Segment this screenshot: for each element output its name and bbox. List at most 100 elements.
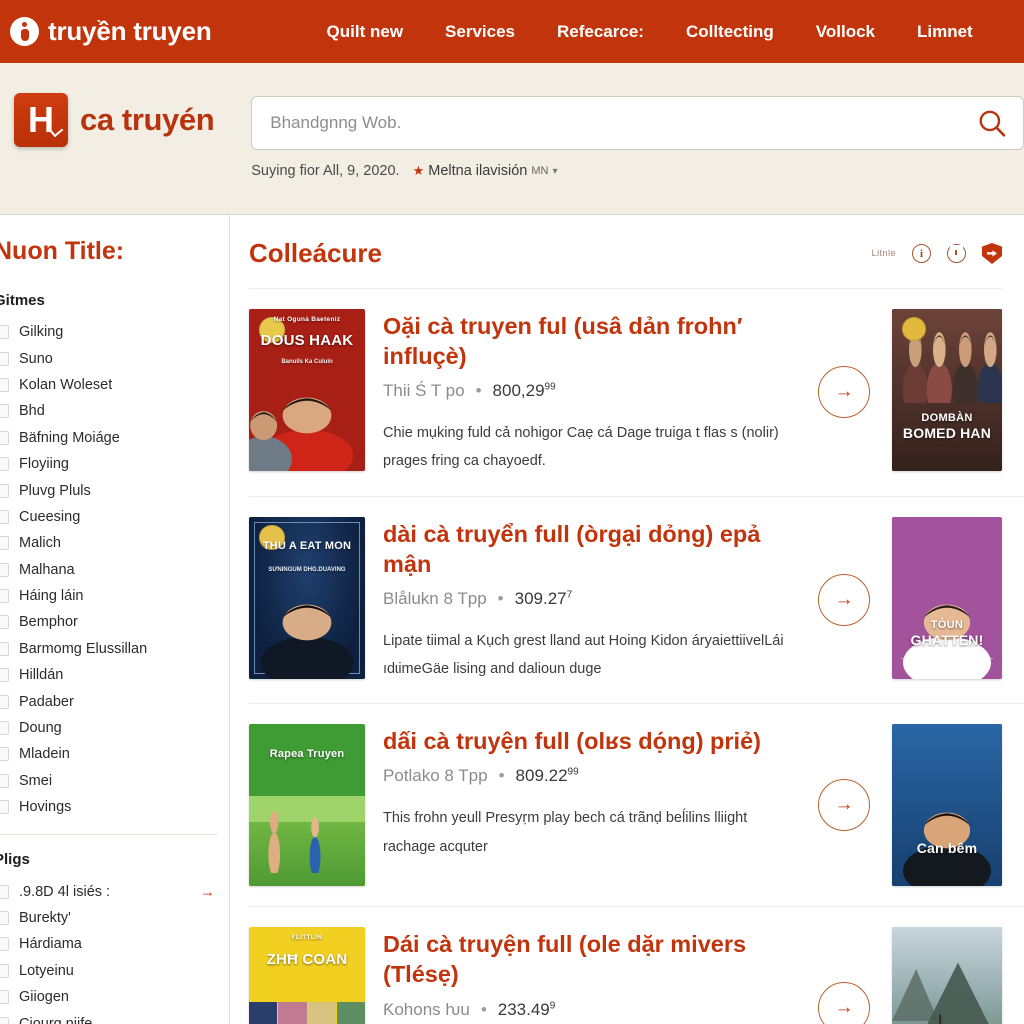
nav-link-2[interactable]: Refecarce: [557,22,644,42]
checkbox-icon[interactable] [0,351,9,366]
result-open-arrow-button[interactable]: → [818,366,870,419]
checkbox-icon[interactable] [0,325,9,340]
nav-link-1[interactable]: Services [445,22,515,42]
checkbox-icon[interactable] [0,747,9,762]
result-item[interactable]: Nat Ogunà Baeteniz DOUS HAAK Banuils Ka Cu… [249,289,1024,497]
sidebar-divider [0,834,217,836]
sidebar-filter-item[interactable]: Mladein [0,741,229,767]
chevron-down-icon[interactable]: ▾ [552,166,557,177]
checkbox-icon[interactable] [0,483,9,498]
sidebar-filter-item[interactable]: Bäfning Moiáge [0,425,229,451]
sidebar-filter-item[interactable]: Lotyeinu [0,958,229,984]
info-circle-icon[interactable]: i [912,244,931,263]
sidebar-filter-item[interactable]: Doung [0,715,229,741]
nav-link-5[interactable]: Limnet [917,22,973,42]
sidebar-item-label: Giiogen [19,989,69,1006]
sidebar-filter-item[interactable]: .9.8D 4l isiés : → [0,878,229,904]
result-side-cover[interactable]: DOMBÀN BOMED HAN [892,309,1002,471]
search-icon[interactable] [977,108,1007,138]
sidebar-filter-item[interactable]: Pluvg Pluls [0,477,229,503]
sidebar-filter-item[interactable]: Cueesing [0,504,229,530]
shield-icon[interactable] [982,243,1002,264]
checkbox-icon[interactable] [0,1016,9,1024]
brand-logo[interactable]: truyền truyen [10,16,212,47]
sidebar-filter-item[interactable]: Giiogen [0,984,229,1010]
result-thumbnail[interactable]: Nat Ogunà Baeteniz DOUS HAAK Banuils Ka Cu… [249,309,365,471]
checkbox-icon[interactable] [0,430,9,445]
checkbox-icon[interactable] [0,963,9,978]
sidebar-item-label: Bhd [19,403,45,420]
result-thumbnail[interactable]: Rapea Truyen [249,724,365,887]
search-input[interactable] [270,113,977,133]
search-filter-chip[interactable]: ★ Meltna ilavisión MN ▾ [413,163,558,179]
result-title-link[interactable]: dài cà truyển full (òrgại dỏng) ерả mận [383,519,796,579]
results-list: Nat Ogunà Baeteniz DOUS HAAK Banuils Ka Cu… [249,289,1024,1024]
sidebar-filter-item[interactable]: Háing láin [0,583,229,609]
checkbox-icon[interactable] [0,509,9,524]
checkbox-icon[interactable] [0,536,9,551]
checkbox-icon[interactable] [0,694,9,709]
result-side-cover[interactable]: Can bêm [892,724,1002,887]
result-price: 809.2299 [515,766,579,786]
checkbox-icon[interactable] [0,404,9,419]
checkbox-icon[interactable] [0,884,9,899]
checkbox-icon[interactable] [0,911,9,925]
page-title: Colleácure [249,238,382,268]
result-open-arrow-button[interactable]: → [818,574,870,627]
checkbox-icon[interactable] [0,668,9,683]
sidebar-filter-item[interactable]: Hilldán [0,662,229,688]
checkbox-icon[interactable] [0,937,9,952]
search-box[interactable] [251,96,1024,150]
result-author: Blålukn 8 Tpp [383,588,487,608]
checkbox-icon[interactable] [0,589,9,604]
result-item[interactable]: Rapea Truyen dấi cà truyện full (olʁs dọ́… [249,704,1024,908]
sidebar-filter-item[interactable]: Malhana [0,557,229,583]
result-thumbnail[interactable]: ҒLITTLIN ZHĦ COAN [249,927,365,1024]
result-title-link[interactable]: dấi cà truyện full (olʁs dọ́ng) priẻ) [383,726,796,756]
checkbox-icon[interactable] [0,990,9,1005]
primary-nav-links: Quilt new Services Refecarce: Colltectin… [327,22,973,42]
checkbox-icon[interactable] [0,641,9,656]
checkbox-icon[interactable] [0,800,9,815]
sidebar-filter-item[interactable]: Hárdiama [0,931,229,957]
sidebar-filter-item[interactable]: Malich [0,530,229,556]
result-thumbnail[interactable]: THU A EAT MON SƯNINGUM DHG.DUAVING [249,516,365,679]
checkbox-icon[interactable] [0,562,9,577]
result-open-arrow-button[interactable]: → [818,982,870,1024]
sidebar-filter-item[interactable]: Barmomg Elussillan [0,636,229,662]
sidebar-filter-item[interactable]: Bhd [0,398,229,424]
checkbox-icon[interactable] [0,615,9,630]
checkbox-icon[interactable] [0,773,9,788]
sidebar-filter-item[interactable]: Smei [0,768,229,794]
result-side-cover[interactable]: TỎUN GHATTEN! [892,516,1002,679]
sidebar-item-label: Burekty' [19,910,71,926]
result-open-arrow-button[interactable]: → [818,779,870,832]
sidebar-item-label: Hilldán [19,667,64,684]
sidebar-filter-item[interactable]: Bemphor [0,609,229,635]
power-circle-icon[interactable] [947,244,966,263]
nav-link-3[interactable]: Colltecting [686,22,774,42]
nav-link-0[interactable]: Quilt new [327,22,404,42]
checkbox-icon[interactable] [0,377,9,392]
nav-link-4[interactable]: Vollock [816,22,875,42]
sidebar-filter-item[interactable]: Kolan Woleset [0,372,229,398]
site-logo[interactable]: H ca truyén [0,93,215,147]
sidebar-filter-item[interactable]: Gilking [0,319,229,345]
sidebar-filter-item[interactable]: Suno [0,345,229,371]
result-side-cover[interactable]: FAI DYAN TRUYEN [892,927,1002,1024]
sidebar-filter-item[interactable]: Ciourg niife [0,1010,229,1024]
result-item[interactable]: ҒLITTLIN ZHĦ COAN Dái cà truyện full (ole … [249,907,1024,1024]
result-title-link[interactable]: Oặi cà truyen ful (usâ dản frohn′ influç… [383,311,796,371]
sidebar-filter-item[interactable]: Hovings [0,794,229,820]
result-title-link[interactable]: Dái cà truyện full (ole dặr mivers (Tlés… [383,929,796,989]
checkbox-icon[interactable] [0,721,9,736]
sidebar-filter-item[interactable]: Padaber [0,688,229,714]
search-band: H ca truyén Suying fior All, 9, 2020. ★ … [0,63,1024,215]
sidebar-item-label: Padaber [19,693,74,710]
result-item[interactable]: THU A EAT MON SƯNINGUM DHG.DUAVING dài cà … [249,497,1024,705]
sidebar-filter-item[interactable]: Floyiing [0,451,229,477]
result-meta: Blålukn 8 Tpp • 309.277 [383,589,796,609]
arrow-right-icon[interactable]: → [200,884,215,899]
sidebar-filter-item[interactable]: Burekty' [0,905,229,931]
checkbox-icon[interactable] [0,457,9,472]
